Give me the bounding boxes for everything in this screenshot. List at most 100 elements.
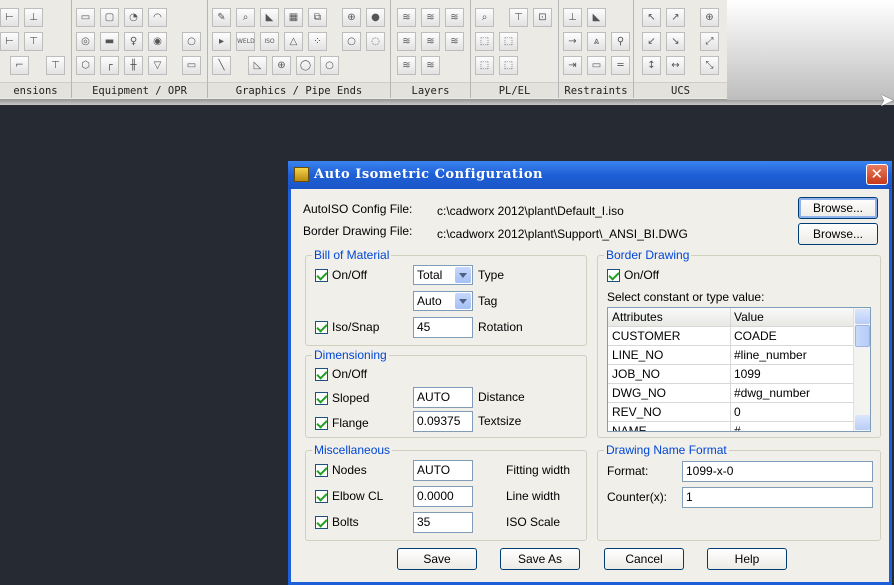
tank-icon[interactable]: ▭ <box>76 8 95 27</box>
bom-tag-select[interactable]: Auto <box>413 291 473 311</box>
layers-on-icon[interactable]: ≋ <box>421 32 440 51</box>
fitting-width-input[interactable]: AUTO <box>413 460 473 481</box>
platform-icon[interactable]: ┌ <box>100 56 119 75</box>
value-cell[interactable]: 0 <box>731 403 853 422</box>
cube-front-icon[interactable]: ⬚ <box>475 56 494 75</box>
cone-icon[interactable]: ▽ <box>148 56 167 75</box>
disk-icon[interactable]: ◉ <box>148 32 167 51</box>
limit-icon[interactable]: ═ <box>611 56 630 75</box>
close-button[interactable]: ✕ <box>866 164 888 185</box>
layers-icon[interactable]: ≋ <box>397 8 416 27</box>
value-cell[interactable]: 1099 <box>731 365 853 384</box>
ucs-origin-icon[interactable]: ↗ <box>666 8 685 27</box>
dialog-titlebar[interactable]: Auto Isometric Configuration ✕ <box>288 161 892 189</box>
table-row[interactable]: LINE_NO #line_number <box>608 346 853 365</box>
nodes-checkbox[interactable] <box>315 464 328 477</box>
save-as-button[interactable]: Save As <box>500 548 580 570</box>
hanger-icon[interactable]: ⚲ <box>611 32 630 51</box>
bar-icon[interactable]: ▬ <box>100 32 119 51</box>
chevron-down-icon[interactable] <box>455 293 471 309</box>
line-width-input[interactable]: 0.0000 <box>413 486 473 507</box>
ucs-x-icon[interactable]: ↙ <box>642 32 661 51</box>
distance-input[interactable]: AUTO <box>413 387 473 408</box>
ucs-icon[interactable]: ↖ <box>642 8 661 27</box>
value-cell[interactable]: # <box>731 422 853 431</box>
cube-side-icon[interactable]: ⬚ <box>499 56 518 75</box>
flag-icon[interactable]: ▸ <box>212 32 231 51</box>
hatch-icon[interactable]: ◌ <box>366 32 385 51</box>
copy-icon[interactable]: ⧉ <box>308 8 327 27</box>
help-button[interactable]: Help <box>707 548 787 570</box>
key-icon[interactable]: ♀ <box>124 32 143 51</box>
anchor-icon[interactable]: ⊥ <box>563 8 582 27</box>
textsize-input[interactable]: 0.09375 <box>413 411 473 432</box>
table-row[interactable]: JOB_NO 1099 <box>608 365 853 384</box>
value-cell[interactable]: #dwg_number <box>731 384 853 403</box>
layers-freeze-icon[interactable]: ≋ <box>397 56 416 75</box>
ucs-y-icon[interactable]: ↘ <box>666 32 685 51</box>
ucs-z-icon[interactable]: ↕ <box>642 56 661 75</box>
cube-icon[interactable]: ⬚ <box>475 32 494 51</box>
slope-icon[interactable]: ◺ <box>248 56 267 75</box>
scroll-up-icon[interactable] <box>855 309 870 324</box>
format-input[interactable]: 1099-x-0 <box>682 461 873 482</box>
weld-icon[interactable]: WELD <box>236 32 255 51</box>
save-button[interactable]: Save <box>397 548 477 570</box>
chevron-down-icon[interactable] <box>455 267 471 283</box>
ucs-view-icon[interactable]: ↔ <box>666 56 685 75</box>
layers-delete-icon[interactable]: ≋ <box>445 8 464 27</box>
elevation-icon[interactable]: ⊤ <box>509 8 528 27</box>
value-cell[interactable]: #line_number <box>731 346 853 365</box>
dots-icon[interactable]: ⁘ <box>308 32 327 51</box>
counter-input[interactable]: 1 <box>682 487 873 508</box>
spring-icon[interactable]: ⩓ <box>587 32 606 51</box>
double-arrow-icon[interactable]: ⇥ <box>563 56 582 75</box>
browse-config-button[interactable]: Browse... <box>798 197 878 219</box>
scroll-thumb[interactable] <box>855 325 870 347</box>
rectangle-icon[interactable]: ▭ <box>182 56 201 75</box>
ladder-icon[interactable]: ╫ <box>124 56 143 75</box>
layers-move-icon[interactable]: ≋ <box>421 8 440 27</box>
table-row[interactable]: DWG_NO #dwg_number <box>608 384 853 403</box>
zero-icon[interactable]: ○ <box>320 56 339 75</box>
flange-checkbox[interactable] <box>315 417 328 430</box>
scroll-down-icon[interactable] <box>855 415 870 430</box>
plane-icon[interactable]: ⊡ <box>533 8 552 27</box>
table-row[interactable]: REV_NO 0 <box>608 403 853 422</box>
dome-icon[interactable]: ◠ <box>148 8 167 27</box>
table-row[interactable]: CUSTOMER COADE <box>608 327 853 346</box>
pump-icon[interactable]: ◔ <box>124 8 143 27</box>
ring-icon[interactable]: ○ <box>342 32 361 51</box>
value-cell[interactable]: COADE <box>731 327 853 346</box>
cancel-button[interactable]: Cancel <box>604 548 684 570</box>
cube-alt-icon[interactable]: ⬚ <box>499 32 518 51</box>
layers-off-icon[interactable]: ≋ <box>397 32 416 51</box>
guide-icon[interactable]: ◣ <box>587 8 606 27</box>
attributes-grid[interactable]: Attributes Value CUSTOMER COADE LINE_NO … <box>607 307 871 432</box>
layers-thaw-icon[interactable]: ≋ <box>421 56 440 75</box>
snubber-icon[interactable]: ▭ <box>587 56 606 75</box>
ucs-rotate-icon[interactable]: ⤢ <box>700 32 719 51</box>
dimension-stack-icon[interactable]: ⊤ <box>24 32 43 51</box>
shield-icon[interactable]: ⬡ <box>76 56 95 75</box>
edit-icon[interactable]: ✎ <box>212 8 231 27</box>
circle-icon[interactable]: ○ <box>182 32 201 51</box>
grid-icon[interactable]: ▦ <box>284 8 303 27</box>
table-row[interactable]: NAME # <box>608 422 853 431</box>
zoom-icon[interactable]: ⌕ <box>475 8 494 27</box>
dimension-icon[interactable]: ⊢ <box>0 8 19 27</box>
elbow-cl-checkbox[interactable] <box>315 490 328 503</box>
nozzle-icon[interactable]: ◎ <box>76 32 95 51</box>
triangle-icon[interactable]: ◣ <box>260 8 279 27</box>
dimension-tail-icon[interactable]: ⊢ <box>0 32 19 51</box>
rotation-input[interactable]: 45 <box>413 317 473 338</box>
vessel-icon[interactable]: ▢ <box>100 8 119 27</box>
diagonal-icon[interactable]: ╲ <box>212 56 231 75</box>
dot-icon[interactable]: ● <box>366 8 385 27</box>
bom-type-select[interactable]: Total <box>413 265 473 285</box>
ucs-3point-icon[interactable]: ⤡ <box>700 56 719 75</box>
dim-onoff-checkbox[interactable] <box>315 368 328 381</box>
browse-border-button[interactable]: Browse... <box>798 223 878 245</box>
sloped-checkbox[interactable] <box>315 392 328 405</box>
bom-onoff-checkbox[interactable] <box>315 269 328 282</box>
